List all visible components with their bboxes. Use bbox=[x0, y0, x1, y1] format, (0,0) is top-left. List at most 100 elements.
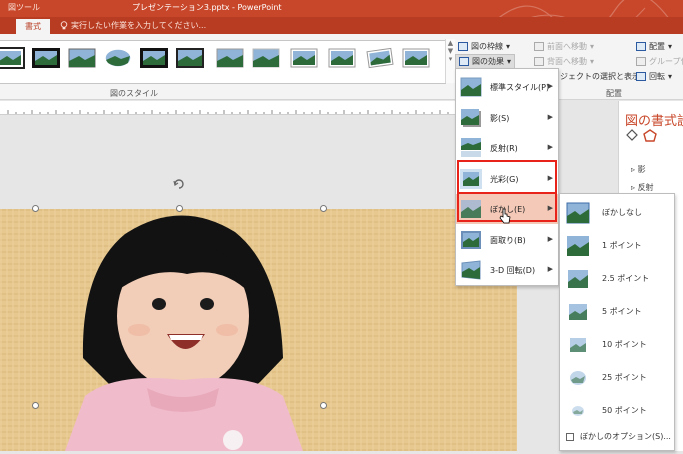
tab-format[interactable]: 書式 bbox=[16, 19, 50, 34]
ruler-ticks bbox=[7, 110, 449, 114]
style-thumb-7[interactable] bbox=[215, 47, 245, 69]
preset-icon bbox=[460, 77, 482, 97]
reflection-icon bbox=[461, 138, 481, 157]
left-eye bbox=[152, 298, 166, 310]
chevron-down-icon: ▾ bbox=[590, 57, 595, 66]
tell-me-box[interactable]: 実行したい作業を入力してください... bbox=[60, 19, 206, 32]
tell-me-placeholder: 実行したい作業を入力してください... bbox=[71, 21, 207, 30]
soft-edges-none[interactable]: ぼかしなし bbox=[560, 196, 674, 229]
rotate-label: 回転 bbox=[649, 72, 665, 81]
selection-pane-button[interactable]: ジェクトの選択と表示 bbox=[560, 71, 640, 82]
bring-forward-button[interactable]: 前面へ移動 ▾ bbox=[534, 41, 594, 52]
soft-edges-25pt-label: 25 ポイント bbox=[602, 373, 647, 382]
fill-line-icon[interactable] bbox=[625, 129, 639, 142]
rotate-button[interactable]: 回転 ▾ bbox=[636, 71, 672, 82]
resize-handle-top[interactable] bbox=[176, 205, 183, 212]
menu-item-bevel[interactable]: 面取り(B) ▶ bbox=[456, 225, 558, 255]
picture-effects-label: 図の効果 bbox=[472, 57, 504, 66]
document-title: プレゼンテーション3.pptx - PowerPoint bbox=[132, 3, 282, 12]
soft-edge-10pt-icon bbox=[570, 337, 586, 352]
picture-effects-icon bbox=[459, 57, 469, 66]
soft-edges-2-5pt[interactable]: 2.5 ポイント bbox=[560, 262, 674, 295]
picture-styles-group-label: 図のスタイル bbox=[110, 89, 158, 98]
align-label: 配置 bbox=[649, 42, 665, 51]
chevron-down-icon: ▾ bbox=[506, 42, 511, 51]
style-thumb-3[interactable] bbox=[67, 47, 97, 69]
submenu-arrow-icon: ▶ bbox=[547, 113, 553, 121]
soft-edges-5pt[interactable]: 5 ポイント bbox=[560, 295, 674, 328]
cat-applique bbox=[223, 430, 243, 450]
style-thumb-5[interactable] bbox=[139, 47, 169, 69]
soft-edges-10pt-label: 10 ポイント bbox=[602, 340, 647, 349]
chevron-down-icon: ▾ bbox=[668, 72, 673, 81]
submenu-arrow-icon: ▶ bbox=[547, 265, 553, 273]
right-eye bbox=[200, 298, 214, 310]
soft-edges-1pt-label: 1 ポイント bbox=[602, 241, 642, 250]
pane-item-shadow-label: 影 bbox=[637, 165, 646, 174]
style-thumb-11[interactable] bbox=[365, 47, 395, 69]
group-button[interactable]: グループ化 bbox=[636, 56, 683, 67]
menu-item-shadow-label: 影(S) bbox=[490, 113, 510, 123]
send-backward-icon bbox=[534, 57, 544, 66]
ribbon-tab-bar: 書式 実行したい作業を入力してください... bbox=[0, 17, 683, 34]
picture-tools-label: 図ツール bbox=[8, 3, 40, 12]
resize-handle-right[interactable] bbox=[320, 402, 327, 409]
style-thumb-1[interactable] bbox=[0, 47, 25, 69]
style-thumb-8[interactable] bbox=[251, 47, 281, 69]
chevron-down-icon: ▾ bbox=[668, 42, 673, 51]
style-thumb-4[interactable] bbox=[103, 47, 133, 69]
picture-styles-gallery[interactable] bbox=[0, 40, 446, 84]
soft-edges-2-5pt-label: 2.5 ポイント bbox=[602, 274, 650, 283]
menu-item-3d-rotation[interactable]: 3-D 回転(D) ▶ bbox=[456, 255, 558, 285]
menu-item-preset-label: 標準スタイル(P) bbox=[490, 82, 550, 92]
style-thumb-12[interactable] bbox=[401, 47, 431, 69]
menu-item-preset[interactable]: 標準スタイル(P) ▶ bbox=[456, 72, 558, 102]
picture-effects-button[interactable]: 図の効果 ▾ bbox=[455, 54, 516, 69]
horizontal-ruler bbox=[0, 101, 455, 115]
resize-handle-top-right[interactable] bbox=[320, 205, 327, 212]
align-button[interactable]: 配置 ▾ bbox=[636, 41, 672, 52]
effects-pentagon-icon[interactable] bbox=[643, 129, 657, 142]
soft-edges-options-label: ぼかしのオプション(S)... bbox=[580, 432, 671, 441]
soft-edges-10pt[interactable]: 10 ポイント bbox=[560, 328, 674, 361]
pane-item-shadow[interactable]: ▹ 影 bbox=[631, 164, 646, 175]
soft-edges-options[interactable]: ぼかしのオプション(S)... bbox=[566, 431, 671, 442]
menu-item-shadow[interactable]: 影(S) ▶ bbox=[456, 103, 558, 133]
options-checkbox-icon bbox=[566, 432, 574, 441]
pane-item-reflection[interactable]: ▹ 反射 bbox=[631, 182, 654, 193]
menu-item-reflection[interactable]: 反射(R) ▶ bbox=[456, 133, 558, 163]
gallery-scroll[interactable]: ▲ ▼ ▾ bbox=[445, 39, 455, 83]
soft-edges-submenu: ぼかしなし 1 ポイント 2.5 ポイント 5 ポイント 10 ポイント 25 … bbox=[559, 193, 675, 451]
menu-item-bevel-label: 面取り(B) bbox=[490, 235, 526, 245]
soft-edges-1pt[interactable]: 1 ポイント bbox=[560, 229, 674, 262]
soft-edge-25pt-icon bbox=[570, 370, 586, 385]
bring-forward-label: 前面へ移動 bbox=[547, 42, 587, 51]
shadow-icon bbox=[461, 109, 481, 127]
pane-title: 図の書式設 bbox=[625, 114, 683, 129]
align-icon bbox=[636, 42, 646, 51]
style-thumb-9[interactable] bbox=[289, 47, 319, 69]
soft-edges-50pt[interactable]: 50 ポイント bbox=[560, 394, 674, 427]
3d-rotation-icon bbox=[461, 260, 481, 280]
menu-item-reflection-label: 反射(R) bbox=[490, 143, 518, 153]
resize-handle-top-left[interactable] bbox=[32, 205, 39, 212]
rotate-handle-icon[interactable] bbox=[171, 176, 187, 192]
picture-border-button[interactable]: 図の枠線 ▾ bbox=[458, 41, 510, 52]
child-photo[interactable] bbox=[55, 208, 305, 451]
lightbulb-icon bbox=[60, 21, 68, 30]
soft-edges-25pt[interactable]: 25 ポイント bbox=[560, 361, 674, 394]
submenu-arrow-icon: ▶ bbox=[547, 82, 553, 90]
style-thumb-10[interactable] bbox=[327, 47, 357, 69]
selection-pane-label: ジェクトの選択と表示 bbox=[560, 72, 640, 81]
style-thumb-6[interactable] bbox=[175, 47, 205, 69]
chevron-down-icon: ▾ bbox=[590, 42, 595, 51]
style-thumb-2[interactable] bbox=[31, 47, 61, 69]
title-bar: 図ツール プレゼンテーション3.pptx - PowerPoint bbox=[0, 0, 683, 34]
resize-handle-left[interactable] bbox=[32, 402, 39, 409]
hand-cursor-icon bbox=[499, 208, 511, 224]
soft-edge-2-5pt-icon bbox=[568, 269, 588, 288]
send-backward-button[interactable]: 背面へ移動 ▾ bbox=[534, 56, 594, 67]
soft-edge-1pt-icon bbox=[567, 235, 589, 256]
soft-edges-50pt-label: 50 ポイント bbox=[602, 406, 647, 415]
arrange-group-label: 配置 bbox=[606, 89, 622, 98]
